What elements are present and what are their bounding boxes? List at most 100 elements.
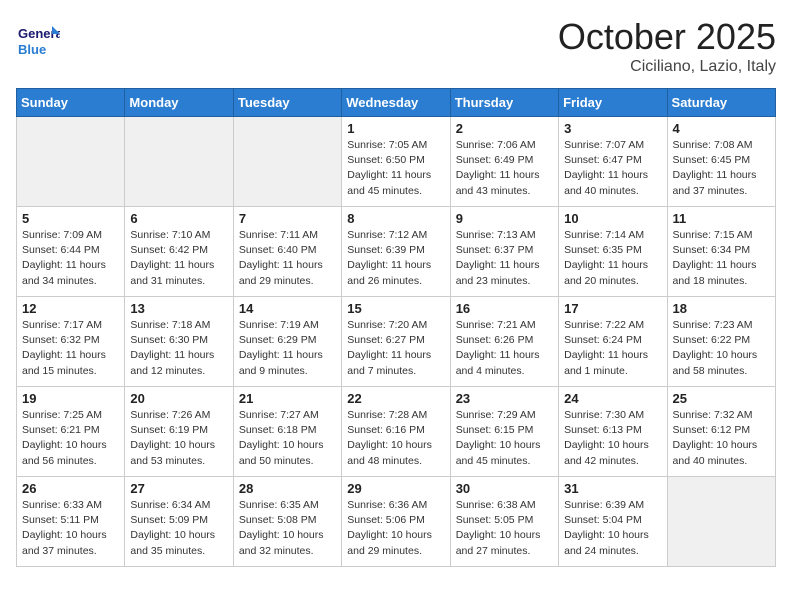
- day-info: Sunrise: 6:34 AMSunset: 5:09 PMDaylight:…: [130, 498, 227, 559]
- day-number: 15: [347, 301, 444, 316]
- day-number: 12: [22, 301, 119, 316]
- day-number: 23: [456, 391, 553, 406]
- day-info: Sunrise: 7:26 AMSunset: 6:19 PMDaylight:…: [130, 408, 227, 469]
- day-info: Sunrise: 7:27 AMSunset: 6:18 PMDaylight:…: [239, 408, 336, 469]
- day-info: Sunrise: 7:22 AMSunset: 6:24 PMDaylight:…: [564, 318, 661, 379]
- day-info: Sunrise: 7:09 AMSunset: 6:44 PMDaylight:…: [22, 228, 119, 289]
- day-info: Sunrise: 7:15 AMSunset: 6:34 PMDaylight:…: [673, 228, 770, 289]
- day-number: 2: [456, 121, 553, 136]
- day-number: 14: [239, 301, 336, 316]
- calendar-cell: 27 Sunrise: 6:34 AMSunset: 5:09 PMDayligh…: [125, 477, 233, 567]
- day-number: 31: [564, 481, 661, 496]
- day-info: Sunrise: 7:18 AMSunset: 6:30 PMDaylight:…: [130, 318, 227, 379]
- day-number: 25: [673, 391, 770, 406]
- weekday-header: Friday: [559, 89, 667, 117]
- day-info: Sunrise: 7:29 AMSunset: 6:15 PMDaylight:…: [456, 408, 553, 469]
- day-number: 29: [347, 481, 444, 496]
- day-number: 17: [564, 301, 661, 316]
- calendar-cell: 16 Sunrise: 7:21 AMSunset: 6:26 PMDayligh…: [450, 297, 558, 387]
- calendar-cell: 2Sunrise: 7:06 AMSunset: 6:49 PMDaylight…: [450, 117, 558, 207]
- calendar-cell: 6 Sunrise: 7:10 AMSunset: 6:42 PMDaylight…: [125, 207, 233, 297]
- calendar-cell: [233, 117, 341, 207]
- calendar-cell: 13 Sunrise: 7:18 AMSunset: 6:30 PMDayligh…: [125, 297, 233, 387]
- day-number: 26: [22, 481, 119, 496]
- weekday-header: Saturday: [667, 89, 775, 117]
- week-row: 5Sunrise: 7:09 AMSunset: 6:44 PMDaylight…: [17, 207, 776, 297]
- day-number: 30: [456, 481, 553, 496]
- logo: General Blue: [16, 16, 64, 60]
- day-info: Sunrise: 6:39 AMSunset: 5:04 PMDaylight:…: [564, 498, 661, 559]
- weekday-header: Sunday: [17, 89, 125, 117]
- week-row: 12Sunrise: 7:17 AMSunset: 6:32 PMDayligh…: [17, 297, 776, 387]
- day-info: Sunrise: 7:12 AMSunset: 6:39 PMDaylight:…: [347, 228, 444, 289]
- calendar-cell: 22 Sunrise: 7:28 AMSunset: 6:16 PMDayligh…: [342, 387, 450, 477]
- day-info: Sunrise: 6:36 AMSunset: 5:06 PMDaylight:…: [347, 498, 444, 559]
- day-info: Sunrise: 7:10 AMSunset: 6:42 PMDaylight:…: [130, 228, 227, 289]
- calendar-cell: 25 Sunrise: 7:32 AMSunset: 6:12 PMDayligh…: [667, 387, 775, 477]
- day-number: 3: [564, 121, 661, 136]
- calendar-cell: 26 Sunrise: 6:33 AMSunset: 5:11 PMDayligh…: [17, 477, 125, 567]
- calendar-cell: 14 Sunrise: 7:19 AMSunset: 6:29 PMDayligh…: [233, 297, 341, 387]
- day-info: Sunrise: 7:05 AMSunset: 6:50 PMDaylight:…: [347, 138, 444, 199]
- calendar-cell: 7 Sunrise: 7:11 AMSunset: 6:40 PMDaylight…: [233, 207, 341, 297]
- day-info: Sunrise: 6:38 AMSunset: 5:05 PMDaylight:…: [456, 498, 553, 559]
- day-number: 27: [130, 481, 227, 496]
- calendar-table: SundayMondayTuesdayWednesdayThursdayFrid…: [16, 88, 776, 567]
- day-info: Sunrise: 7:25 AMSunset: 6:21 PMDaylight:…: [22, 408, 119, 469]
- weekday-header-row: SundayMondayTuesdayWednesdayThursdayFrid…: [17, 89, 776, 117]
- week-row: 26 Sunrise: 6:33 AMSunset: 5:11 PMDayligh…: [17, 477, 776, 567]
- day-info: Sunrise: 7:20 AMSunset: 6:27 PMDaylight:…: [347, 318, 444, 379]
- day-number: 28: [239, 481, 336, 496]
- weekday-header: Thursday: [450, 89, 558, 117]
- day-number: 4: [673, 121, 770, 136]
- day-number: 22: [347, 391, 444, 406]
- calendar-cell: 23 Sunrise: 7:29 AMSunset: 6:15 PMDayligh…: [450, 387, 558, 477]
- day-info: Sunrise: 7:32 AMSunset: 6:12 PMDaylight:…: [673, 408, 770, 469]
- day-info: Sunrise: 7:23 AMSunset: 6:22 PMDaylight:…: [673, 318, 770, 379]
- day-number: 11: [673, 211, 770, 226]
- calendar-cell: 12Sunrise: 7:17 AMSunset: 6:32 PMDayligh…: [17, 297, 125, 387]
- calendar-cell: 5Sunrise: 7:09 AMSunset: 6:44 PMDaylight…: [17, 207, 125, 297]
- day-info: Sunrise: 7:11 AMSunset: 6:40 PMDaylight:…: [239, 228, 336, 289]
- day-info: Sunrise: 7:19 AMSunset: 6:29 PMDaylight:…: [239, 318, 336, 379]
- weekday-header: Monday: [125, 89, 233, 117]
- day-info: Sunrise: 7:21 AMSunset: 6:26 PMDaylight:…: [456, 318, 553, 379]
- day-info: Sunrise: 7:28 AMSunset: 6:16 PMDaylight:…: [347, 408, 444, 469]
- calendar-cell: 28 Sunrise: 6:35 AMSunset: 5:08 PMDayligh…: [233, 477, 341, 567]
- day-info: Sunrise: 6:35 AMSunset: 5:08 PMDaylight:…: [239, 498, 336, 559]
- calendar-cell: 24Sunrise: 7:30 AMSunset: 6:13 PMDayligh…: [559, 387, 667, 477]
- calendar-cell: 31 Sunrise: 6:39 AMSunset: 5:04 PMDayligh…: [559, 477, 667, 567]
- title-block: October 2025 Ciciliano, Lazio, Italy: [558, 16, 776, 76]
- day-number: 9: [456, 211, 553, 226]
- calendar-cell: [667, 477, 775, 567]
- calendar-cell: 9 Sunrise: 7:13 AMSunset: 6:37 PMDaylight…: [450, 207, 558, 297]
- day-info: Sunrise: 7:08 AMSunset: 6:45 PMDaylight:…: [673, 138, 770, 199]
- calendar-cell: 30 Sunrise: 6:38 AMSunset: 5:05 PMDayligh…: [450, 477, 558, 567]
- calendar-cell: 10Sunrise: 7:14 AMSunset: 6:35 PMDayligh…: [559, 207, 667, 297]
- day-number: 1: [347, 121, 444, 136]
- calendar-cell: 21 Sunrise: 7:27 AMSunset: 6:18 PMDayligh…: [233, 387, 341, 477]
- day-number: 18: [673, 301, 770, 316]
- calendar-cell: [17, 117, 125, 207]
- day-number: 10: [564, 211, 661, 226]
- calendar-cell: 8Sunrise: 7:12 AMSunset: 6:39 PMDaylight…: [342, 207, 450, 297]
- weekday-header: Tuesday: [233, 89, 341, 117]
- calendar-cell: 20 Sunrise: 7:26 AMSunset: 6:19 PMDayligh…: [125, 387, 233, 477]
- calendar-cell: 29 Sunrise: 6:36 AMSunset: 5:06 PMDayligh…: [342, 477, 450, 567]
- location: Ciciliano, Lazio, Italy: [558, 58, 776, 76]
- calendar-cell: 18 Sunrise: 7:23 AMSunset: 6:22 PMDayligh…: [667, 297, 775, 387]
- svg-text:Blue: Blue: [18, 42, 46, 57]
- day-info: Sunrise: 6:33 AMSunset: 5:11 PMDaylight:…: [22, 498, 119, 559]
- day-info: Sunrise: 7:07 AMSunset: 6:47 PMDaylight:…: [564, 138, 661, 199]
- day-info: Sunrise: 7:13 AMSunset: 6:37 PMDaylight:…: [456, 228, 553, 289]
- day-number: 7: [239, 211, 336, 226]
- day-number: 21: [239, 391, 336, 406]
- page-header: General Blue October 2025 Ciciliano, Laz…: [16, 16, 776, 76]
- day-number: 16: [456, 301, 553, 316]
- day-number: 6: [130, 211, 227, 226]
- day-number: 20: [130, 391, 227, 406]
- day-info: Sunrise: 7:30 AMSunset: 6:13 PMDaylight:…: [564, 408, 661, 469]
- calendar-cell: 17 Sunrise: 7:22 AMSunset: 6:24 PMDayligh…: [559, 297, 667, 387]
- day-number: 19: [22, 391, 119, 406]
- day-number: 13: [130, 301, 227, 316]
